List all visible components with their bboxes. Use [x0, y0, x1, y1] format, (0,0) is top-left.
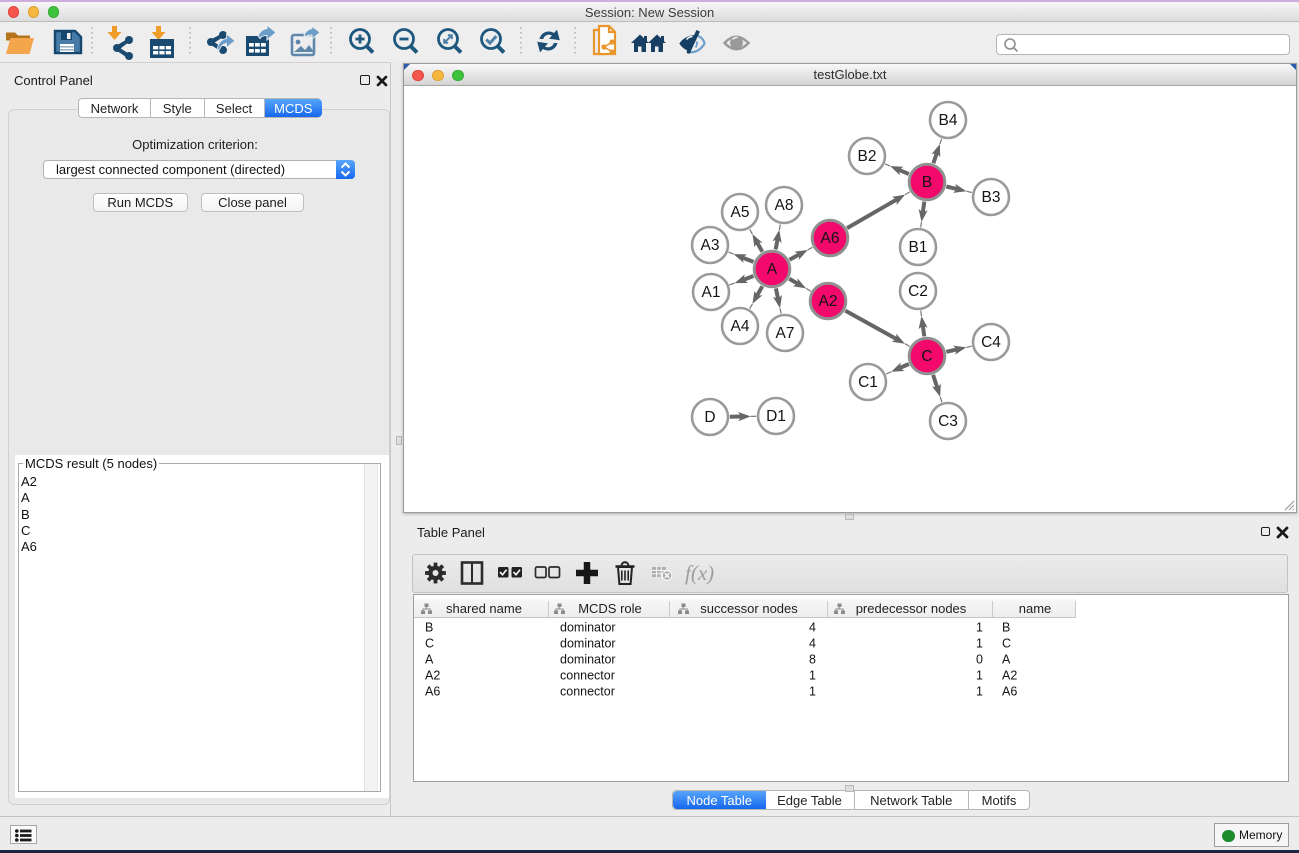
svg-text:A: A — [1002, 653, 1011, 667]
svg-text:8: 8 — [809, 653, 816, 667]
svg-text:A2: A2 — [425, 669, 440, 683]
svg-text:C3: C3 — [938, 413, 958, 430]
svg-text:A8: A8 — [775, 197, 794, 214]
svg-text:successor nodes: successor nodes — [700, 601, 798, 616]
svg-text:connector: connector — [560, 669, 615, 683]
svg-text:A3: A3 — [701, 237, 720, 254]
svg-text:A7: A7 — [776, 325, 795, 342]
svg-text:dominator: dominator — [560, 653, 616, 667]
svg-text:connector: connector — [560, 685, 615, 699]
svg-text:A: A — [425, 653, 434, 667]
svg-text:dominator: dominator — [560, 621, 616, 635]
svg-text:predecessor nodes: predecessor nodes — [856, 601, 967, 616]
svg-text:A5: A5 — [731, 204, 750, 221]
svg-text:MCDS role: MCDS role — [578, 601, 642, 616]
svg-text:dominator: dominator — [560, 637, 616, 651]
svg-text:A2: A2 — [1002, 669, 1017, 683]
svg-text:B3: B3 — [982, 189, 1001, 206]
svg-text:A6: A6 — [425, 685, 440, 699]
svg-text:A6: A6 — [1002, 685, 1017, 699]
svg-text:shared name: shared name — [446, 601, 522, 616]
svg-text:A4: A4 — [731, 318, 750, 335]
svg-text:C: C — [1002, 637, 1011, 651]
svg-text:4: 4 — [809, 621, 816, 635]
svg-text:B4: B4 — [939, 112, 958, 129]
svg-text:B2: B2 — [858, 148, 877, 165]
svg-text:f(x): f(x) — [685, 561, 714, 585]
svg-text:C1: C1 — [858, 374, 878, 391]
svg-text:1: 1 — [976, 669, 983, 683]
svg-text:B: B — [922, 174, 932, 191]
svg-text:1: 1 — [809, 685, 816, 699]
svg-text:A1: A1 — [702, 284, 721, 301]
svg-text:C4: C4 — [981, 334, 1001, 351]
svg-text:C: C — [921, 348, 932, 365]
svg-text:A6: A6 — [821, 230, 840, 247]
svg-text:A2: A2 — [819, 293, 838, 310]
svg-text:A: A — [767, 261, 778, 278]
svg-text:1: 1 — [976, 637, 983, 651]
svg-text:1: 1 — [976, 621, 983, 635]
svg-text:0: 0 — [976, 653, 983, 667]
svg-text:C: C — [425, 637, 434, 651]
svg-text:4: 4 — [809, 637, 816, 651]
svg-text:D1: D1 — [766, 408, 786, 425]
svg-text:name: name — [1019, 601, 1052, 616]
svg-text:C2: C2 — [908, 283, 928, 300]
svg-text:B: B — [425, 621, 433, 635]
svg-text:1: 1 — [809, 669, 816, 683]
svg-text:B: B — [1002, 621, 1010, 635]
svg-text:B1: B1 — [909, 239, 928, 256]
svg-text:D: D — [704, 409, 715, 426]
svg-text:1: 1 — [976, 685, 983, 699]
